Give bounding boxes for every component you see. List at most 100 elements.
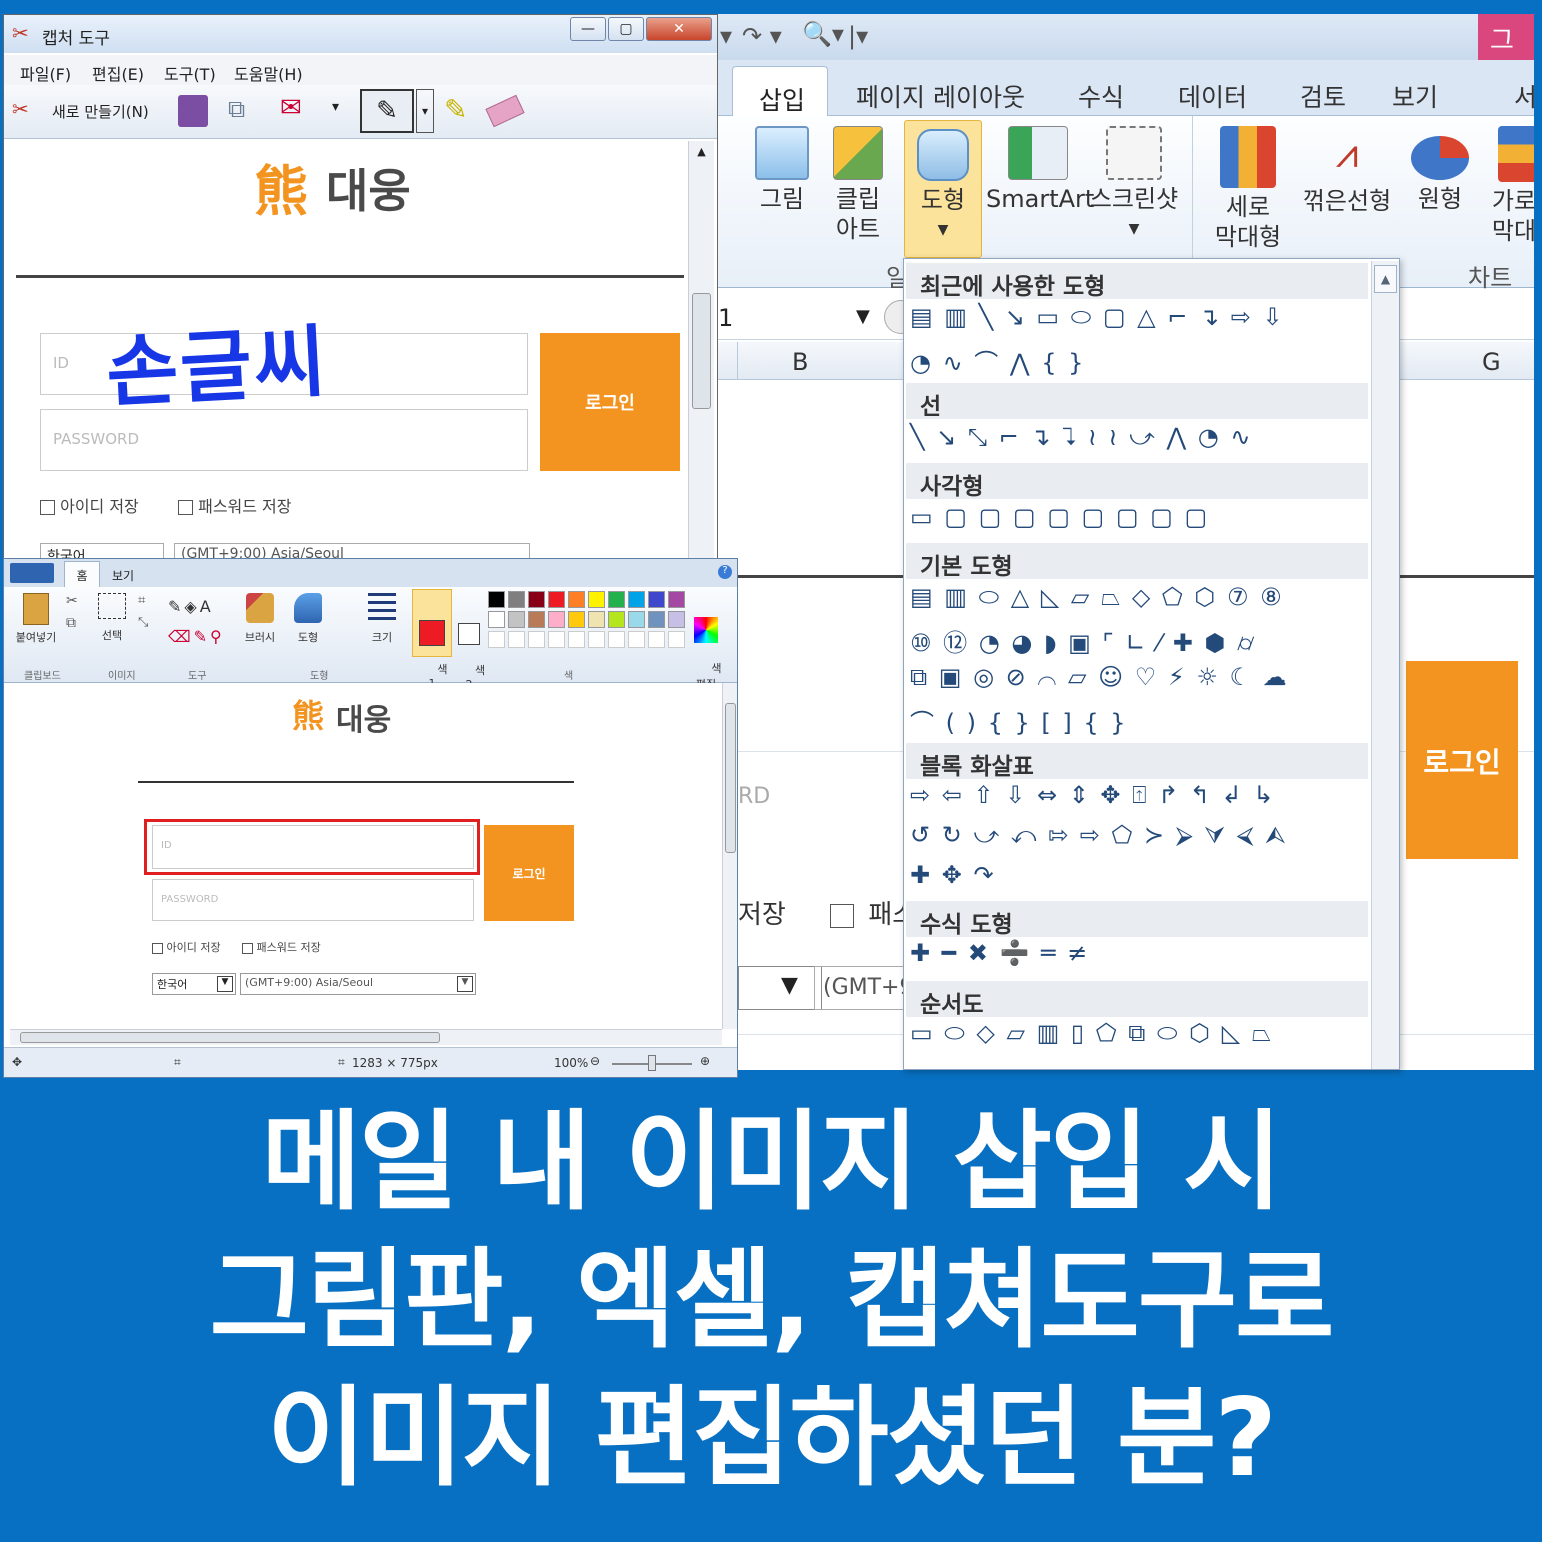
palette-color-swatch[interactable] — [588, 611, 605, 628]
shape-row[interactable]: ▭ ▢ ▢ ▢ ▢ ▢ ▢ ▢ ▢ — [910, 503, 1209, 531]
tab-insert[interactable]: 삽입 — [732, 66, 828, 118]
scroll-thumb[interactable] — [20, 1032, 440, 1043]
tab-extra[interactable]: 서 — [1514, 78, 1534, 114]
palette-color-swatch[interactable] — [588, 591, 605, 608]
custom-color-slot[interactable] — [628, 631, 645, 648]
horizontal-scrollbar[interactable] — [10, 1029, 722, 1045]
resize-icon[interactable]: ⤡ — [138, 615, 148, 630]
new-snip-button[interactable]: 새로 만들기(N) — [52, 101, 149, 122]
pencil-fill-text-icons[interactable]: ✎◈A — [168, 597, 214, 616]
shapes-button[interactable]: 도형 — [288, 593, 328, 645]
shape-row[interactable]: ▭ ⬭ ◇ ▱ ▥ ▯ ⬠ ⧉ ⬭ ⬡ ◺ ⏢ — [910, 1019, 1273, 1047]
select-button[interactable]: 선택 — [92, 593, 132, 643]
help-icon[interactable]: ? — [718, 565, 732, 579]
zoom-in-icon[interactable]: ⊕ — [700, 1054, 710, 1068]
custom-color-slot[interactable] — [508, 631, 525, 648]
palette-color-swatch[interactable] — [608, 611, 625, 628]
palette-color-swatch[interactable] — [568, 591, 585, 608]
menu-tools[interactable]: 도구(T) — [164, 61, 216, 85]
palette-color-swatch[interactable] — [608, 591, 625, 608]
shapes-button[interactable]: 도형 ▼ — [904, 120, 982, 258]
copy-icon[interactable]: ⧉ — [66, 615, 76, 631]
checkbox-icon[interactable] — [178, 500, 193, 515]
eraser-icon[interactable] — [485, 94, 525, 128]
palette-color-swatch[interactable] — [628, 591, 645, 608]
palette-color-swatch[interactable] — [488, 611, 505, 628]
shape-row[interactable]: ⇨ ⇦ ⇧ ⇩ ⇔ ⇕ ✥ ⍐ ↱ ↰ ↲ ↳ — [910, 781, 1276, 809]
save-id-checkbox[interactable]: 아이디 저장 — [40, 493, 139, 517]
menu-edit[interactable]: 편집(E) — [92, 61, 144, 85]
maximize-icon[interactable]: ▢ — [608, 17, 644, 41]
tab-page-layout[interactable]: 페이지 레이아웃 — [856, 78, 1025, 114]
shape-row[interactable]: ▤ ▥ ⬭ △ ◺ ▱ ⏢ ◇ ⬠ ⬡ ⑦ ⑧ — [910, 583, 1284, 611]
shape-row[interactable]: ↺ ↻ ⤻ ⤺ ⇰ ⇨ ⬠ ≻ ⮚ ⮛ ⮘ ⮙ — [910, 821, 1288, 849]
picture-tools-tab[interactable]: 그림 — [1478, 14, 1534, 93]
scroll-thumb[interactable] — [725, 703, 736, 853]
palette-color-swatch[interactable] — [548, 611, 565, 628]
tab-review[interactable]: 검토 — [1300, 78, 1346, 114]
pen-icon[interactable]: ✎ — [360, 89, 414, 133]
cut-icon[interactable]: ✂ — [66, 593, 78, 609]
line-chart-button[interactable]: ⩘ 꺾은선형 — [1298, 126, 1396, 216]
redo-icon[interactable]: ↷ ▾ — [742, 22, 782, 50]
pie-chart-button[interactable]: 원형 — [1404, 126, 1476, 214]
eraser-picker-zoom-icons[interactable]: ⌫✎⚲ — [168, 627, 225, 646]
picture-button[interactable]: 그림 — [750, 126, 814, 214]
custom-color-slot[interactable] — [608, 631, 625, 648]
clipart-button[interactable]: 클립 아트 — [826, 126, 890, 244]
scroll-thumb[interactable] — [692, 293, 711, 409]
shape-row[interactable]: ✚ ━ ✖ ➗ ═ ≠ — [910, 939, 1089, 967]
column-chart-button[interactable]: 세로 막대형 — [1200, 126, 1296, 252]
palette-color-swatch[interactable] — [508, 591, 525, 608]
bar-chart-button[interactable]: 가로 막대 — [1484, 126, 1534, 246]
custom-color-slot[interactable] — [488, 631, 505, 648]
palette-color-swatch[interactable] — [548, 591, 565, 608]
custom-color-slot[interactable] — [648, 631, 665, 648]
paint-canvas[interactable]: 熊 대웅 ID PASSWORD 로그인 아이디 저장 패스워드 저장 한국어 ▼… — [10, 683, 722, 1027]
login-button[interactable]: 로그인 — [540, 333, 680, 471]
name-box[interactable]: 1 — [718, 304, 733, 332]
scroll-up-icon[interactable]: ▲ — [691, 145, 712, 163]
custom-color-slot[interactable] — [568, 631, 585, 648]
shape-row[interactable]: ╲ ↘ ⤡ ⌐ ↴ ⮧ ≀ ≀ ⤻ ⋀ ◔ ∿ — [910, 423, 1252, 451]
tab-formulas[interactable]: 수식 — [1078, 78, 1124, 114]
zoom-out-icon[interactable]: ⊖ — [590, 1054, 600, 1068]
shape-row[interactable]: ▤ ▥ ╲ ↘ ▭ ⬭ ▢ △ ⌐ ↴ ⇨ ⇩ — [910, 303, 1285, 331]
name-box-dropdown-icon[interactable]: ▼ — [856, 306, 870, 327]
pen-dropdown-icon[interactable]: ▾ — [416, 89, 434, 133]
custom-color-slot[interactable] — [588, 631, 605, 648]
palette-color-swatch[interactable] — [668, 611, 685, 628]
gallery-scrollbar[interactable]: ▲ — [1371, 261, 1399, 1069]
custom-color-slot[interactable] — [548, 631, 565, 648]
screenshot-button[interactable]: 스크린샷 ▼ — [1086, 126, 1182, 244]
tab-home[interactable]: 홈 — [64, 561, 100, 587]
save-pw-checkbox[interactable]: 패스워드 저장 — [178, 493, 292, 517]
customize-icon[interactable]: |▾ — [848, 22, 868, 50]
palette-color-swatch[interactable] — [488, 591, 505, 608]
print-preview-icon[interactable]: 🔍▾ — [802, 20, 844, 48]
vertical-scrollbar[interactable]: ▲ — [688, 141, 714, 573]
shape-row[interactable]: ⧉ ▣ ◎ ⊘ ⌒ ▱ ☺ ♡ ⚡ ☼ ☾ ☁ — [910, 663, 1289, 691]
menu-help[interactable]: 도움말(H) — [234, 61, 303, 85]
send-dropdown-icon[interactable]: ▾ — [332, 99, 339, 115]
minimize-icon[interactable]: — — [570, 17, 606, 41]
palette-color-swatch[interactable] — [568, 611, 585, 628]
shape-row[interactable]: ✚ ✥ ↷ — [910, 861, 996, 889]
palette-color-swatch[interactable] — [648, 591, 665, 608]
app-menu-icon[interactable] — [10, 563, 54, 583]
close-icon[interactable]: ✕ — [646, 17, 712, 41]
tab-view[interactable]: 보기 — [1392, 78, 1438, 114]
palette-color-swatch[interactable] — [508, 611, 525, 628]
color1-button[interactable]: 색 1 — [412, 589, 452, 690]
custom-color-slot[interactable] — [668, 631, 685, 648]
copy-icon[interactable]: ⧉ — [228, 95, 245, 123]
zoom-slider-thumb[interactable] — [648, 1055, 656, 1071]
highlighter-icon[interactable]: ✎ — [444, 93, 467, 126]
shape-row[interactable]: ⑩ ⑫ ◔ ◕ ◗ ▣ ⌜ ∟ ⁄ ✚ ⬢ ⌭ — [910, 623, 1256, 658]
palette-color-swatch[interactable] — [668, 591, 685, 608]
column-g[interactable]: G — [1482, 348, 1501, 376]
paste-button[interactable]: 붙여넣기 — [12, 593, 60, 645]
dropdown-icon[interactable]: ▾ — [720, 22, 732, 50]
send-email-icon[interactable]: ✉ — [280, 93, 302, 123]
size-button[interactable]: 크기 — [364, 593, 400, 645]
